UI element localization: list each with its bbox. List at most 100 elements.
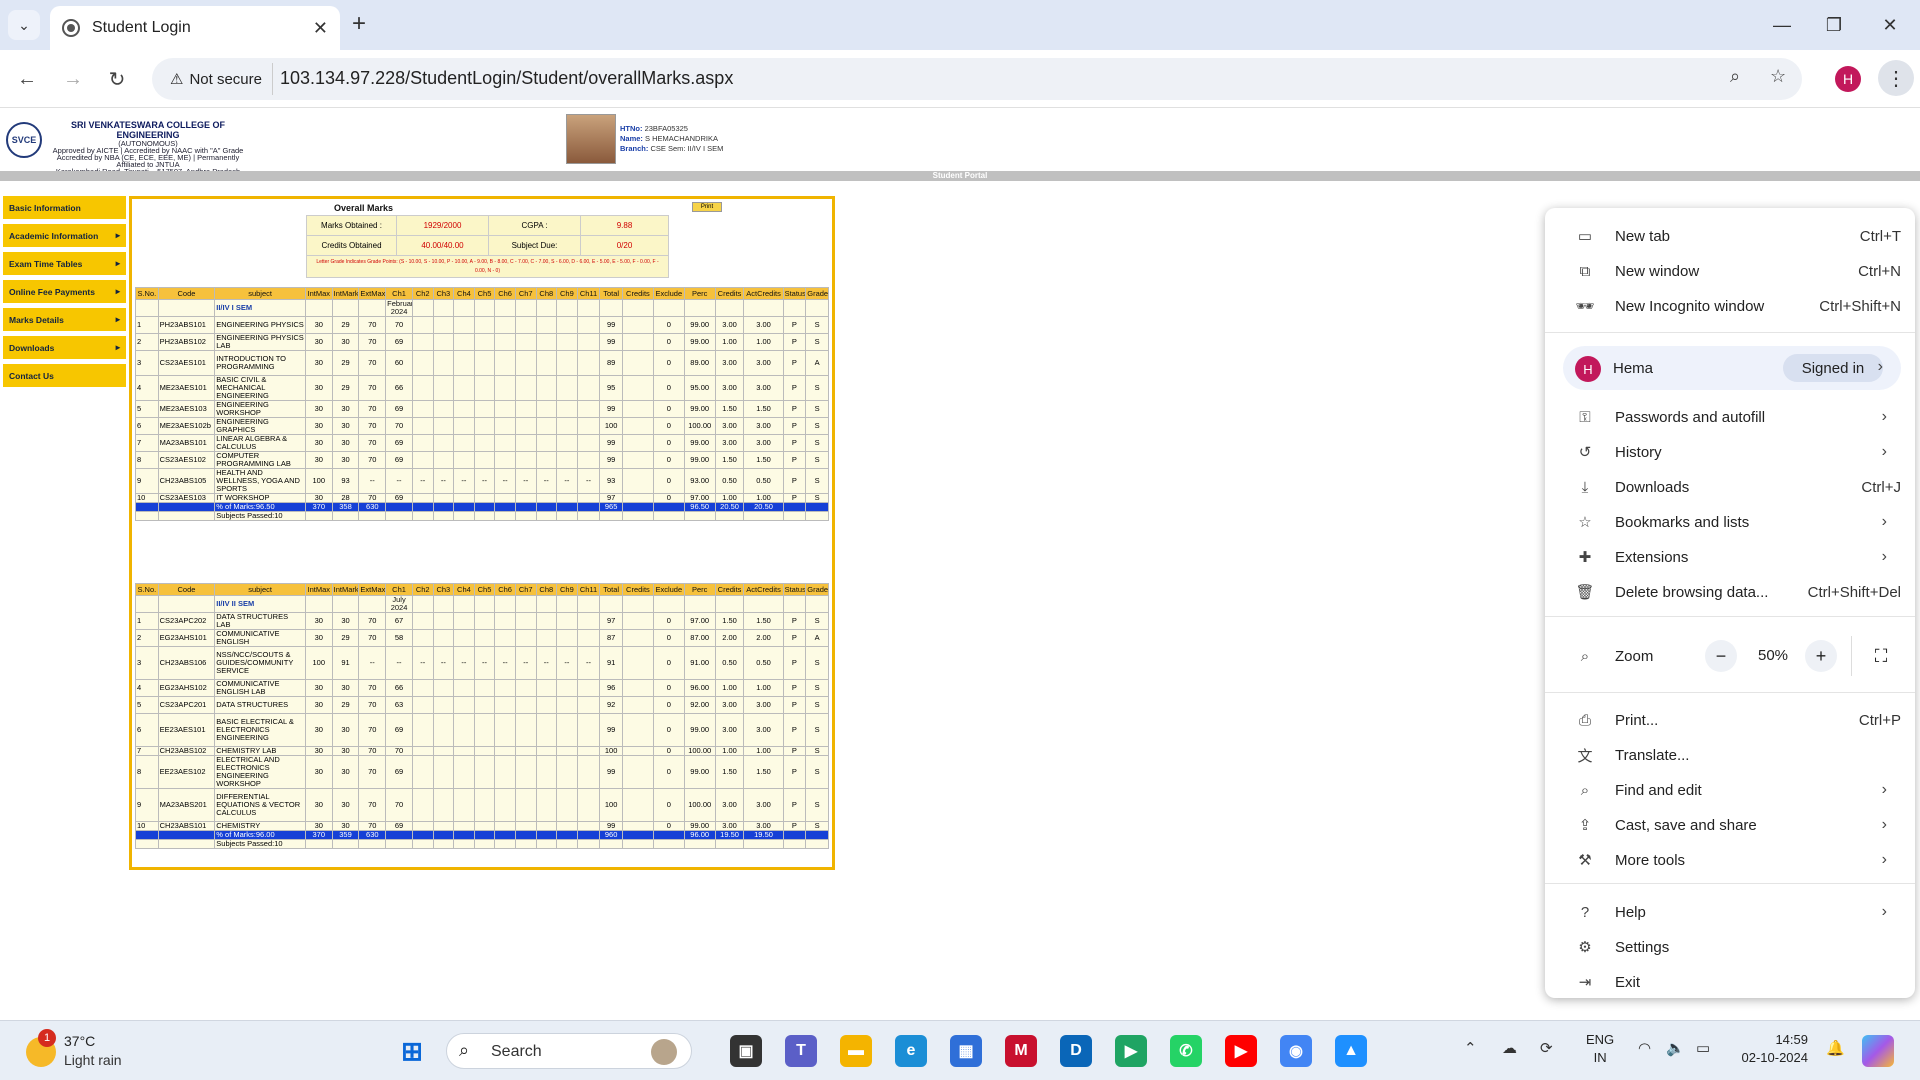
total-cell: 630 bbox=[358, 502, 387, 512]
menu-item[interactable]: ⚿ Passwords and autofill › bbox=[1545, 401, 1915, 433]
zoom-icon[interactable]: ⌕ bbox=[1730, 66, 1740, 87]
table-cell: -- bbox=[453, 468, 475, 494]
weather-badge: 1 bbox=[38, 1029, 56, 1047]
close-window-button[interactable]: ✕ bbox=[1862, 8, 1918, 42]
play-store-icon[interactable]: ▶ bbox=[1115, 1035, 1147, 1067]
menu-item[interactable]: ⚒ More tools › bbox=[1545, 844, 1915, 876]
menu-item[interactable]: ⧉ New window Ctrl+N bbox=[1545, 255, 1915, 287]
dell-icon[interactable]: D bbox=[1060, 1035, 1092, 1067]
forward-button[interactable]: → bbox=[58, 64, 88, 94]
menu-item[interactable]: ⇪ Cast, save and share › bbox=[1545, 809, 1915, 841]
table-cell bbox=[535, 493, 558, 503]
total-cell bbox=[576, 830, 601, 840]
table-cell bbox=[621, 839, 654, 849]
side-menu-item[interactable]: Contact Us bbox=[3, 364, 126, 387]
back-button[interactable]: ← bbox=[12, 64, 42, 94]
total-cell: 965 bbox=[599, 502, 623, 512]
zoom-in-button[interactable]: + bbox=[1805, 640, 1837, 672]
menu-item[interactable]: ↺ History › bbox=[1545, 436, 1915, 468]
minimize-button[interactable]: — bbox=[1754, 8, 1810, 42]
start-button[interactable]: ⊞ bbox=[396, 1035, 428, 1067]
table-cell: P bbox=[782, 679, 807, 697]
table-cell bbox=[411, 788, 434, 822]
htno-value: 23BFA05325 bbox=[644, 124, 688, 133]
exam-month: February 2024 bbox=[385, 299, 413, 317]
exit-icon: ⇥ bbox=[1578, 974, 1592, 991]
table-cell: 87.00 bbox=[683, 629, 716, 647]
language-indicator[interactable]: ENG IN bbox=[1586, 1031, 1614, 1067]
fullscreen-icon[interactable]: ⛶ bbox=[1865, 640, 1897, 672]
clock[interactable]: 14:59 02-10-2024 bbox=[1728, 1031, 1809, 1067]
table-cell: 0.50 bbox=[714, 468, 745, 494]
print-button[interactable]: Print bbox=[692, 202, 722, 212]
store-icon[interactable]: ▦ bbox=[950, 1035, 982, 1067]
menu-item[interactable]: ⚙ Settings bbox=[1545, 931, 1915, 963]
file-explorer-icon[interactable]: ▬ bbox=[840, 1035, 872, 1067]
table-cell bbox=[621, 400, 654, 418]
menu-item[interactable]: 文 Translate... bbox=[1545, 739, 1915, 771]
table-cell bbox=[432, 316, 455, 334]
table-cell: -- bbox=[385, 468, 413, 494]
youtube-icon[interactable]: ▶ bbox=[1225, 1035, 1257, 1067]
table-cell bbox=[473, 417, 496, 435]
side-menu-item[interactable]: Marks Details ▸ bbox=[3, 308, 126, 331]
zoom-out-button[interactable]: − bbox=[1705, 640, 1737, 672]
account-row[interactable]: H Hema Signed in › bbox=[1563, 346, 1901, 390]
chrome-icon[interactable]: ◉ bbox=[1280, 1035, 1312, 1067]
mcafee-icon[interactable]: M bbox=[1005, 1035, 1037, 1067]
chevron-right-icon: › bbox=[1881, 513, 1887, 530]
task-view-icon[interactable]: ▣ bbox=[730, 1035, 762, 1067]
side-menu-item[interactable]: Exam Time Tables ▸ bbox=[3, 252, 126, 275]
address-bar[interactable]: ⚠ Not secure 103.134.97.228/StudentLogin/… bbox=[152, 58, 1802, 100]
tab-search-button[interactable]: ⌄ bbox=[8, 10, 40, 40]
menu-item[interactable]: ? Help › bbox=[1545, 896, 1915, 928]
wifi-icon[interactable]: ◠ bbox=[1638, 1039, 1651, 1057]
menu-item[interactable]: ⌕ Find and edit › bbox=[1545, 774, 1915, 806]
menu-item[interactable]: ⤓ Downloads Ctrl+J bbox=[1545, 471, 1915, 503]
table-cell: 91 bbox=[599, 646, 623, 680]
table-cell: 67 bbox=[385, 612, 413, 630]
column-header: ActCredits bbox=[743, 583, 784, 596]
copilot-icon[interactable] bbox=[1862, 1035, 1894, 1067]
chrome-menu-button[interactable]: ⋮ bbox=[1878, 60, 1914, 96]
menu-item-label: New tab bbox=[1615, 227, 1671, 245]
photos-icon[interactable]: ▲ bbox=[1335, 1035, 1367, 1067]
onedrive-icon[interactable]: ☁ bbox=[1502, 1039, 1517, 1057]
table-cell bbox=[782, 299, 807, 317]
column-header: ExtMax bbox=[358, 583, 387, 596]
side-menu-item[interactable]: Downloads ▸ bbox=[3, 336, 126, 359]
taskbar-search[interactable]: ⌕ Search bbox=[446, 1033, 692, 1069]
whatsapp-icon[interactable]: ✆ bbox=[1170, 1035, 1202, 1067]
table-cell bbox=[453, 417, 475, 435]
new-tab-button[interactable]: + bbox=[352, 11, 366, 37]
side-menu-item[interactable]: Academic Information ▸ bbox=[3, 224, 126, 247]
side-menu-item[interactable]: Basic Information bbox=[3, 196, 126, 219]
teams-icon[interactable]: T bbox=[785, 1035, 817, 1067]
browser-tab[interactable]: Student Login ✕ bbox=[50, 6, 340, 50]
menu-item[interactable]: 🕶 New Incognito window Ctrl+Shift+N bbox=[1545, 290, 1915, 322]
menu-item[interactable]: ✚ Extensions › bbox=[1545, 541, 1915, 573]
menu-item[interactable]: 🗑 Delete browsing data... Ctrl+Shift+Del bbox=[1545, 576, 1915, 608]
close-tab-icon[interactable]: ✕ bbox=[313, 18, 328, 39]
menu-item[interactable]: ⇥ Exit bbox=[1545, 966, 1915, 998]
reload-button[interactable]: ↻ bbox=[102, 64, 132, 94]
bookmark-star-icon[interactable]: ☆ bbox=[1770, 66, 1786, 87]
url-text[interactable]: 103.134.97.228/StudentLogin/Student/over… bbox=[280, 68, 733, 89]
profile-avatar[interactable]: H bbox=[1835, 66, 1861, 92]
edge-icon[interactable]: e bbox=[895, 1035, 927, 1067]
table-cell bbox=[432, 696, 455, 714]
sync-icon[interactable]: ⟳ bbox=[1540, 1039, 1553, 1057]
menu-item[interactable]: ▭ New tab Ctrl+T bbox=[1545, 220, 1915, 252]
notification-bell-icon[interactable]: 🔔 bbox=[1826, 1039, 1845, 1057]
menu-item[interactable]: ☆ Bookmarks and lists › bbox=[1545, 506, 1915, 538]
column-header: Credits bbox=[621, 287, 654, 300]
battery-icon[interactable]: ▭ bbox=[1696, 1039, 1710, 1057]
menu-item[interactable]: ⎙ Print... Ctrl+P bbox=[1545, 704, 1915, 736]
restore-button[interactable]: ❐ bbox=[1806, 8, 1862, 42]
table-cell: 3.00 bbox=[714, 350, 745, 376]
side-menu-item[interactable]: Online Fee Payments ▸ bbox=[3, 280, 126, 303]
table-cell: S bbox=[805, 612, 829, 630]
site-info-button[interactable]: ⚠ Not secure bbox=[160, 63, 273, 95]
chevron-up-icon[interactable]: ⌃ bbox=[1464, 1039, 1477, 1057]
volume-icon[interactable]: 🔈 bbox=[1666, 1039, 1685, 1057]
